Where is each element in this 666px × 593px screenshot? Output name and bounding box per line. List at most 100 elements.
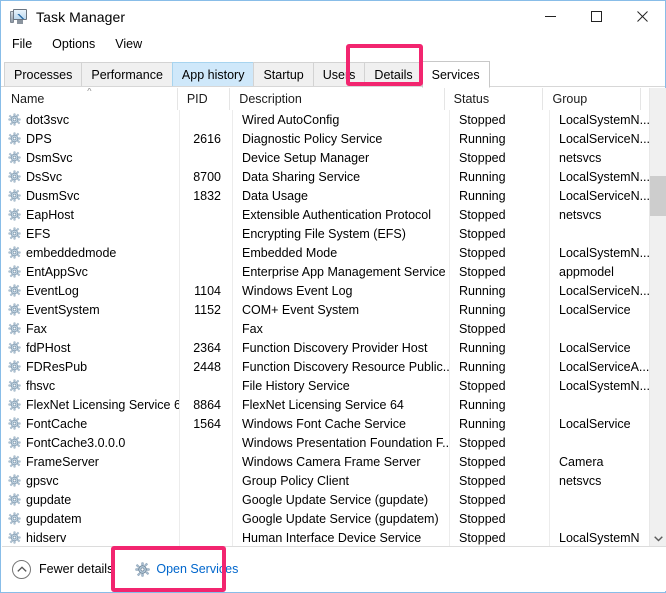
table-row[interactable]: fhsvc File History Service Stopped LocalSys… <box>2 376 666 395</box>
table-row[interactable]: DusmSvc 1832 Data Usage Running LocalService… <box>2 186 666 205</box>
cell-group <box>550 433 649 452</box>
table-row[interactable]: EventLog 1104 Windows Event Log Running Loca… <box>2 281 666 300</box>
cell-name: EventLog <box>2 281 180 300</box>
cell-group: LocalSystemN... <box>559 112 649 127</box>
column-header-name[interactable]: ^ Name <box>2 88 178 110</box>
cell-group: LocalService <box>559 340 631 355</box>
table-row[interactable]: gupdate Google Update Service (gupdate) St… <box>2 490 666 509</box>
menu-bar: File Options View <box>1 32 665 55</box>
cell-pid <box>180 433 233 452</box>
column-header-pid[interactable]: PID <box>177 88 231 110</box>
cell-description: File History Service <box>233 376 450 395</box>
tab-processes[interactable]: Processes <box>4 62 82 87</box>
cell-description: Data Sharing Service <box>233 167 450 186</box>
table-row[interactable]: dot3svc Wired AutoConfig Stopped LocalSyste… <box>2 110 666 129</box>
cell-name: EFS <box>2 224 180 243</box>
close-button[interactable] <box>619 1 665 32</box>
cell-status: Stopped <box>450 452 550 471</box>
cell-name: FontCache <box>2 414 180 433</box>
service-gear-icon <box>8 436 21 449</box>
cell-pid: 1832 <box>180 186 233 205</box>
cell-description: Group Policy Client <box>233 471 450 490</box>
column-header-description[interactable]: Description <box>230 88 445 110</box>
fewer-details-button[interactable]: Fewer details <box>12 559 113 579</box>
cell-group: LocalSystemN... <box>559 245 649 260</box>
scroll-down-button[interactable] <box>650 530 666 547</box>
cell-group <box>550 395 649 414</box>
table-row[interactable]: DsSvc 8700 Data Sharing Service Running Loca… <box>2 167 666 186</box>
tab-services[interactable]: Services <box>421 61 490 88</box>
cell-description: Data Usage <box>233 186 450 205</box>
tab-performance[interactable]: Performance <box>81 62 172 87</box>
tab-details[interactable]: Details <box>364 62 422 87</box>
tab-strip: Processes Performance App history Startu… <box>1 55 665 88</box>
cell-description: Embedded Mode <box>233 243 450 262</box>
table-row[interactable]: FDResPub 2448 Function Discovery Resource … <box>2 357 666 376</box>
tab-startup[interactable]: Startup <box>253 62 313 87</box>
cell-name: hidserv <box>2 528 180 547</box>
cell-name: EapHost <box>2 205 180 224</box>
table-row[interactable]: hidserv Human Interface Device Service Sto… <box>2 528 666 547</box>
cell-name: FontCache3.0.0.0 <box>2 433 180 452</box>
table-row[interactable]: EntAppSvc Enterprise App Management Servi… <box>2 262 666 281</box>
chevron-up-circle-icon <box>12 559 31 579</box>
table-row[interactable]: DsmSvc Device Setup Manager Stopped netsvcs <box>2 148 666 167</box>
service-gear-icon <box>8 455 21 468</box>
column-header-group[interactable]: Group <box>543 88 642 110</box>
table-row[interactable]: embeddedmode Embedded Mode Stopped LocalSys… <box>2 243 666 262</box>
cell-pid <box>180 471 233 490</box>
maximize-button[interactable] <box>573 1 619 32</box>
column-header-status[interactable]: Status <box>444 88 544 110</box>
cell-description: Function Discovery Provider Host <box>233 338 450 357</box>
tab-app-history[interactable]: App history <box>171 62 254 87</box>
cell-name: DsSvc <box>2 167 180 186</box>
table-row[interactable]: FontCache 1564 Windows Font Cache Service R… <box>2 414 666 433</box>
table-row[interactable]: FlexNet Licensing Service 64 8864 FlexNet … <box>2 395 666 414</box>
service-gear-icon <box>8 208 21 221</box>
table-row[interactable]: fdPHost 2364 Function Discovery Provider H… <box>2 338 666 357</box>
cell-status: Running <box>450 357 550 376</box>
table-row[interactable]: FrameServer Windows Camera Frame Server St… <box>2 452 666 471</box>
cell-status: Stopped <box>450 243 550 262</box>
service-gear-icon <box>8 303 21 316</box>
cell-status: Running <box>450 281 550 300</box>
menu-file[interactable]: File <box>9 35 41 53</box>
service-gear-icon <box>8 360 21 373</box>
cell-name: EntAppSvc <box>2 262 180 281</box>
table-row[interactable]: Fax Fax Stopped <box>2 319 666 338</box>
cell-status: Running <box>450 338 550 357</box>
status-bar: Fewer details Open Services <box>2 546 666 591</box>
table-row[interactable]: gpsvc Group Policy Client Stopped netsvcs <box>2 471 666 490</box>
cell-pid: 2616 <box>180 129 233 148</box>
cell-name: embeddedmode <box>2 243 180 262</box>
service-gear-icon <box>8 227 21 240</box>
table-row[interactable]: EFS Encrypting File System (EFS) Stopped <box>2 224 666 243</box>
cell-pid: 1564 <box>180 414 233 433</box>
table-row[interactable]: DPS 2616 Diagnostic Policy Service Running L… <box>2 129 666 148</box>
open-services-button[interactable]: Open Services <box>133 560 240 579</box>
cell-description: Windows Presentation Foundation F... <box>233 433 450 452</box>
cell-group <box>550 509 649 528</box>
menu-view[interactable]: View <box>112 35 151 53</box>
table-row[interactable]: gupdatem Google Update Service (gupdatem)… <box>2 509 666 528</box>
minimize-button[interactable] <box>527 1 573 32</box>
cell-pid <box>180 376 233 395</box>
menu-options[interactable]: Options <box>49 35 104 53</box>
service-gear-icon <box>8 341 21 354</box>
cell-status: Running <box>450 167 550 186</box>
scrollbar-thumb[interactable] <box>650 176 666 216</box>
task-manager-icon <box>10 8 28 26</box>
cell-group: netsvcs <box>559 207 602 222</box>
table-row[interactable]: EventSystem 1152 COM+ Event System Running L… <box>2 300 666 319</box>
service-gear-icon <box>8 113 21 126</box>
table-row[interactable]: FontCache3.0.0.0 Windows Presentation Fou… <box>2 433 666 452</box>
cell-description: Windows Event Log <box>233 281 450 300</box>
cell-group: LocalSystemN <box>559 530 640 545</box>
cell-description: FlexNet Licensing Service 64 <box>233 395 450 414</box>
vertical-scrollbar[interactable] <box>649 88 666 547</box>
service-gear-icon <box>8 398 21 411</box>
table-row[interactable]: EapHost Extensible Authentication Protoco… <box>2 205 666 224</box>
tab-users[interactable]: Users <box>312 62 365 87</box>
service-gear-icon <box>8 189 21 202</box>
cell-group: LocalSystemN... <box>559 169 649 184</box>
